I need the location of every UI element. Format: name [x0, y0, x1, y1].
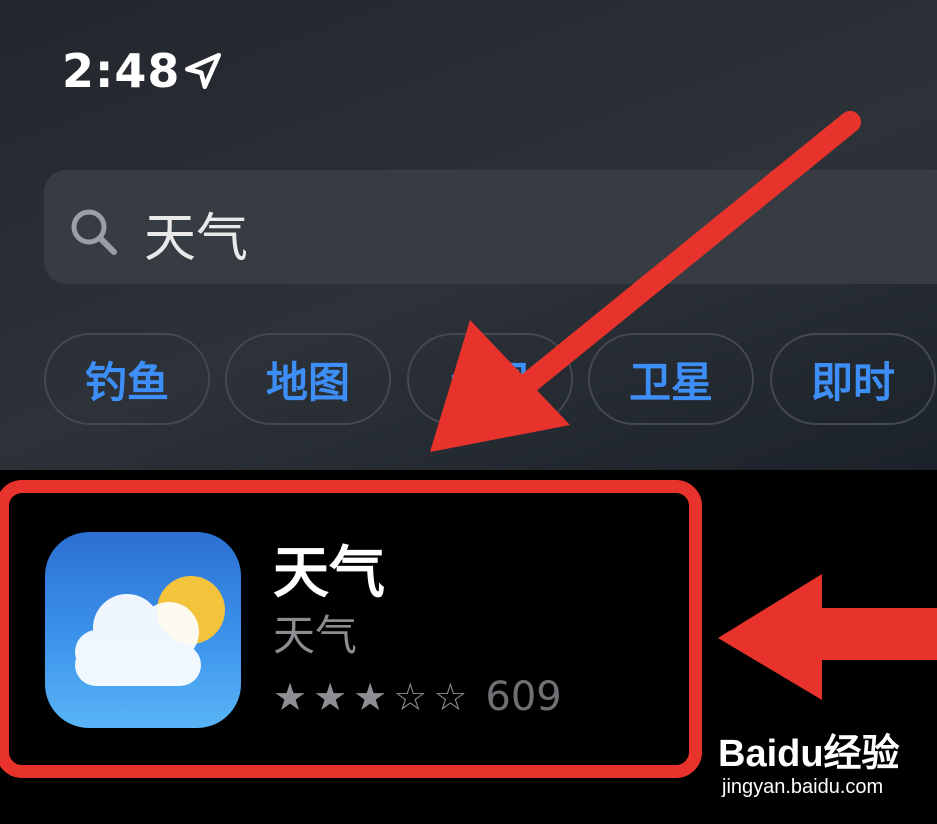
watermark-brand: Baidu经验: [718, 733, 900, 775]
watermark-url: jingyan.baidu.com: [722, 776, 884, 798]
annotation-arrow-left: [718, 574, 937, 700]
baidu-jingyan-watermark: Baidu经验 jingyan.baidu.com: [718, 722, 933, 802]
